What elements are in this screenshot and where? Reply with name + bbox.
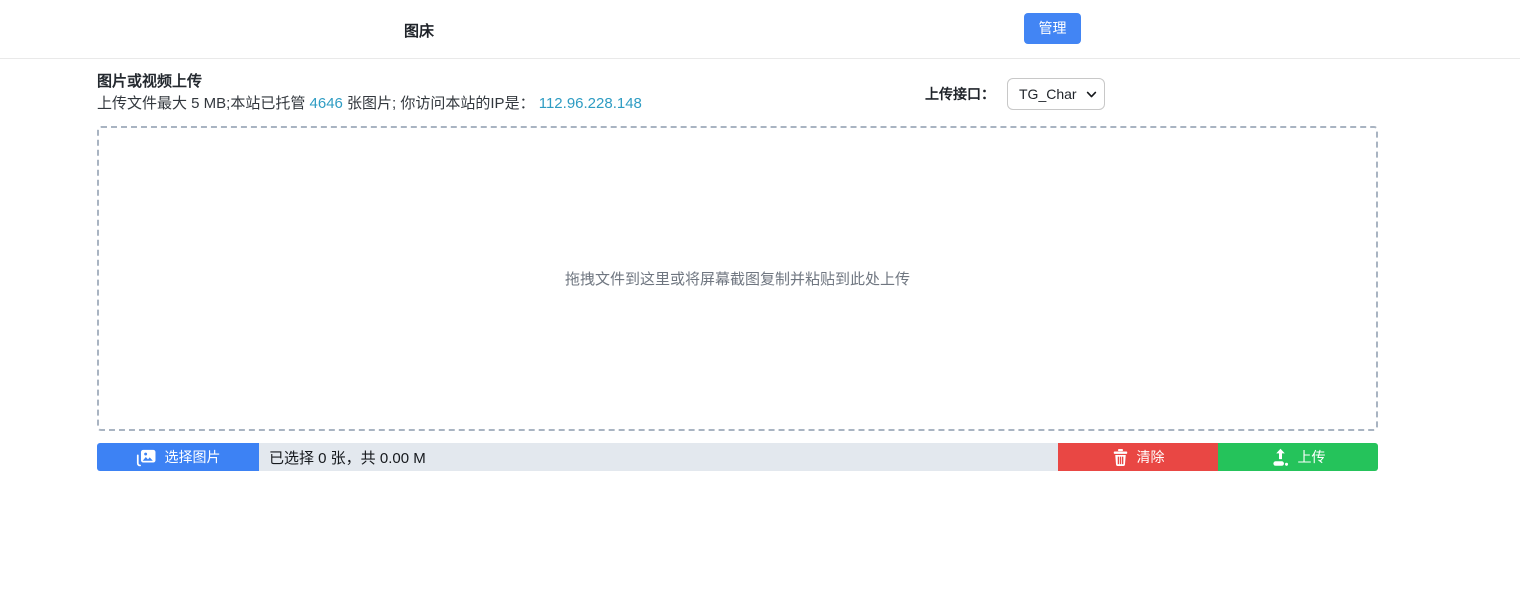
upload-label: 上传: [1298, 447, 1326, 467]
photos-icon: [136, 448, 157, 467]
action-bar: 选择图片 已选择 0 张，共 0.00 M 清除: [97, 443, 1378, 471]
selection-status: 已选择 0 张，共 0.00 M: [259, 443, 1058, 471]
manage-button[interactable]: 管理: [1024, 13, 1081, 44]
dropzone-hint: 拖拽文件到这里或将屏幕截图复制并粘贴到此处上传: [565, 268, 910, 289]
stats-middle-text: 张图片; 你访问本站的IP是：: [343, 95, 539, 112]
selection-status-text: 已选择 0 张，共 0.00 M: [269, 447, 426, 468]
top-navbar: 图床 管理: [0, 0, 1520, 59]
section-title: 图片或视频上传: [97, 72, 1378, 91]
site-stats-line: 上传文件最大 5 MB;本站已托管 4646 张图片; 你访问本站的IP是： 1…: [97, 94, 1378, 114]
upload-button[interactable]: 上传: [1218, 443, 1378, 471]
upload-api-select[interactable]: TG_Char: [1007, 78, 1105, 110]
upload-panel: 图片或视频上传 上传文件最大 5 MB;本站已托管 4646 张图片; 你访问本…: [97, 59, 1378, 471]
clear-button[interactable]: 清除: [1058, 443, 1218, 471]
trash-icon: [1112, 448, 1129, 467]
page-title: 图床: [404, 20, 434, 41]
visitor-ip: 112.96.228.148: [539, 95, 642, 112]
select-images-button[interactable]: 选择图片: [97, 443, 259, 471]
upload-api-select-wrap: TG_Char: [1007, 78, 1105, 110]
clear-label: 清除: [1137, 447, 1165, 467]
select-images-label: 选择图片: [165, 447, 221, 467]
upload-api-group: 上传接口： TG_Char: [925, 78, 1105, 110]
max-size-text: 上传文件最大 5 MB;本站已托管: [97, 95, 310, 112]
file-dropzone[interactable]: 拖拽文件到这里或将屏幕截图复制并粘贴到此处上传: [97, 126, 1378, 431]
hosted-count: 4646: [310, 95, 343, 112]
upload-tray-icon: [1271, 448, 1290, 467]
upload-api-label: 上传接口：: [925, 84, 995, 104]
upload-section-header: 图片或视频上传 上传文件最大 5 MB;本站已托管 4646 张图片; 你访问本…: [97, 72, 1378, 114]
